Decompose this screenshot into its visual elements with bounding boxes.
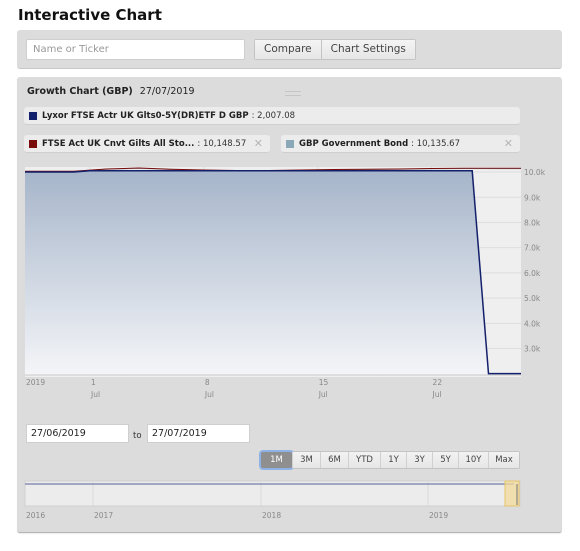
search-button-group: Compare Chart Settings	[254, 39, 416, 60]
navigator-tick-label: 2019	[429, 511, 448, 520]
navigator-tick-label: 2016	[26, 511, 45, 520]
navigator-tick-label: 2018	[262, 511, 281, 520]
compare-button[interactable]: Compare	[255, 40, 321, 59]
chart-panel: Growth Chart (GBP) 27/07/2019 Lyxor FTSE…	[17, 77, 562, 533]
navigator-tick-label: 2017	[94, 511, 113, 520]
search-bar: Compare Chart Settings	[17, 30, 562, 69]
page-title: Interactive Chart	[18, 6, 162, 24]
chart-settings-button[interactable]: Chart Settings	[320, 40, 415, 59]
navigator-chart[interactable]: 2016 2017 2018 2019	[17, 77, 562, 533]
name-or-ticker-input[interactable]	[26, 39, 245, 60]
